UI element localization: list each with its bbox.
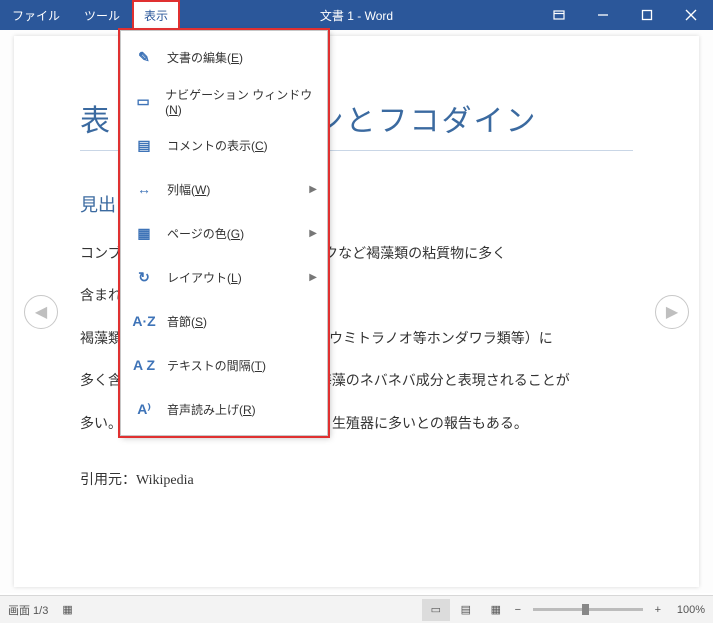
view-menu-item-nav-pane[interactable]: ▭ ナビゲーション ウィンドウ(N): [121, 79, 327, 123]
text-spacing-icon: A Z: [131, 352, 157, 378]
statusbar: 画面 1/3 ▦ ▭ ▤ ▦ − + 100%: [0, 595, 713, 623]
menu-file[interactable]: ファイル: [0, 0, 72, 30]
titlebar: ファイル ツール 表示 文書 1 - Word: [0, 0, 713, 30]
page-color-icon: ▦: [131, 220, 157, 246]
zoom-out-button[interactable]: −: [511, 604, 525, 616]
page-indicator[interactable]: 画面 1/3: [8, 602, 48, 618]
page: 表 フコキサンチンとフコダイン 見出し コンブ、ワカメ（メカブを含む）、モズクな…: [14, 36, 699, 587]
nav-pane-icon: ▭: [131, 88, 155, 114]
zoom-slider[interactable]: [533, 608, 643, 611]
submenu-arrow-icon: ▶: [309, 228, 317, 239]
menu-item-label: 文書の編集(E): [167, 49, 243, 66]
menu-item-label: 音声読み上げ(R): [167, 401, 256, 418]
ribbon-display-options-button[interactable]: [537, 0, 581, 30]
maximize-button[interactable]: [625, 0, 669, 30]
submenu-arrow-icon: ▶: [309, 272, 317, 283]
next-page-button[interactable]: ▶: [655, 295, 689, 329]
view-dropdown: ✎ 文書の編集(E) ▭ ナビゲーション ウィンドウ(N) ▤ コメントの表示(C) ↔ 列幅…: [120, 30, 328, 436]
menu-item-label: ナビゲーション ウィンドウ(N): [165, 86, 317, 117]
view-menu-item-column-width[interactable]: ↔ 列幅(W) ▶: [121, 167, 327, 211]
macro-icon[interactable]: ▦: [62, 603, 72, 616]
submenu-arrow-icon: ▶: [309, 184, 317, 195]
prev-page-button[interactable]: ◀: [24, 295, 58, 329]
view-menu-item-read-aloud[interactable]: A⁾ 音声読み上げ(R): [121, 387, 327, 431]
menu-item-label: ページの色(G): [167, 225, 244, 242]
web-layout-button[interactable]: ▦: [482, 599, 510, 621]
print-layout-button[interactable]: ▤: [452, 599, 480, 621]
doc-paragraph: 引用元：Wikipedia: [80, 463, 633, 499]
syllable-icon: A·Z: [131, 308, 157, 334]
menu-item-label: 音節(S): [167, 313, 207, 330]
menu-item-label: テキストの間隔(T): [167, 357, 266, 374]
view-menu-item-comments[interactable]: ▤ コメントの表示(C): [121, 123, 327, 167]
content: 表 フコキサンチンとフコダイン 見出し コンブ、ワカメ（メカブを含む）、モズクな…: [14, 36, 699, 499]
menu-item-label: コメントの表示(C): [167, 137, 268, 154]
view-menu-item-text-spacing[interactable]: A Z テキストの間隔(T): [121, 343, 327, 387]
view-menu-item-syllable[interactable]: A·Z 音節(S): [121, 299, 327, 343]
window-title: 文書 1 - Word: [320, 7, 393, 24]
zoom-percent[interactable]: 100%: [677, 604, 705, 616]
menu-item-label: 列幅(W): [167, 181, 210, 198]
menu-tools[interactable]: ツール: [72, 0, 132, 30]
comments-icon: ▤: [131, 132, 157, 158]
column-width-icon: ↔: [131, 176, 157, 202]
view-menu-item-edit-doc[interactable]: ✎ 文書の編集(E): [121, 35, 327, 79]
view-menu-item-page-color[interactable]: ▦ ページの色(G) ▶: [121, 211, 327, 255]
layout-icon: ↻: [131, 264, 157, 290]
menu-item-label: レイアウト(L): [167, 269, 242, 286]
view-menu-item-layout[interactable]: ↻ レイアウト(L) ▶: [121, 255, 327, 299]
close-button[interactable]: [669, 0, 713, 30]
read-aloud-icon: A⁾: [131, 396, 157, 422]
read-mode-button[interactable]: ▭: [422, 599, 450, 621]
edit-doc-icon: ✎: [131, 44, 157, 70]
document-area: 表 フコキサンチンとフコダイン 見出し コンブ、ワカメ（メカブを含む）、モズクな…: [0, 30, 713, 593]
menu-view[interactable]: 表示: [132, 0, 180, 30]
menubar: ファイル ツール 表示: [0, 0, 180, 30]
zoom-in-button[interactable]: +: [651, 604, 665, 616]
minimize-button[interactable]: [581, 0, 625, 30]
